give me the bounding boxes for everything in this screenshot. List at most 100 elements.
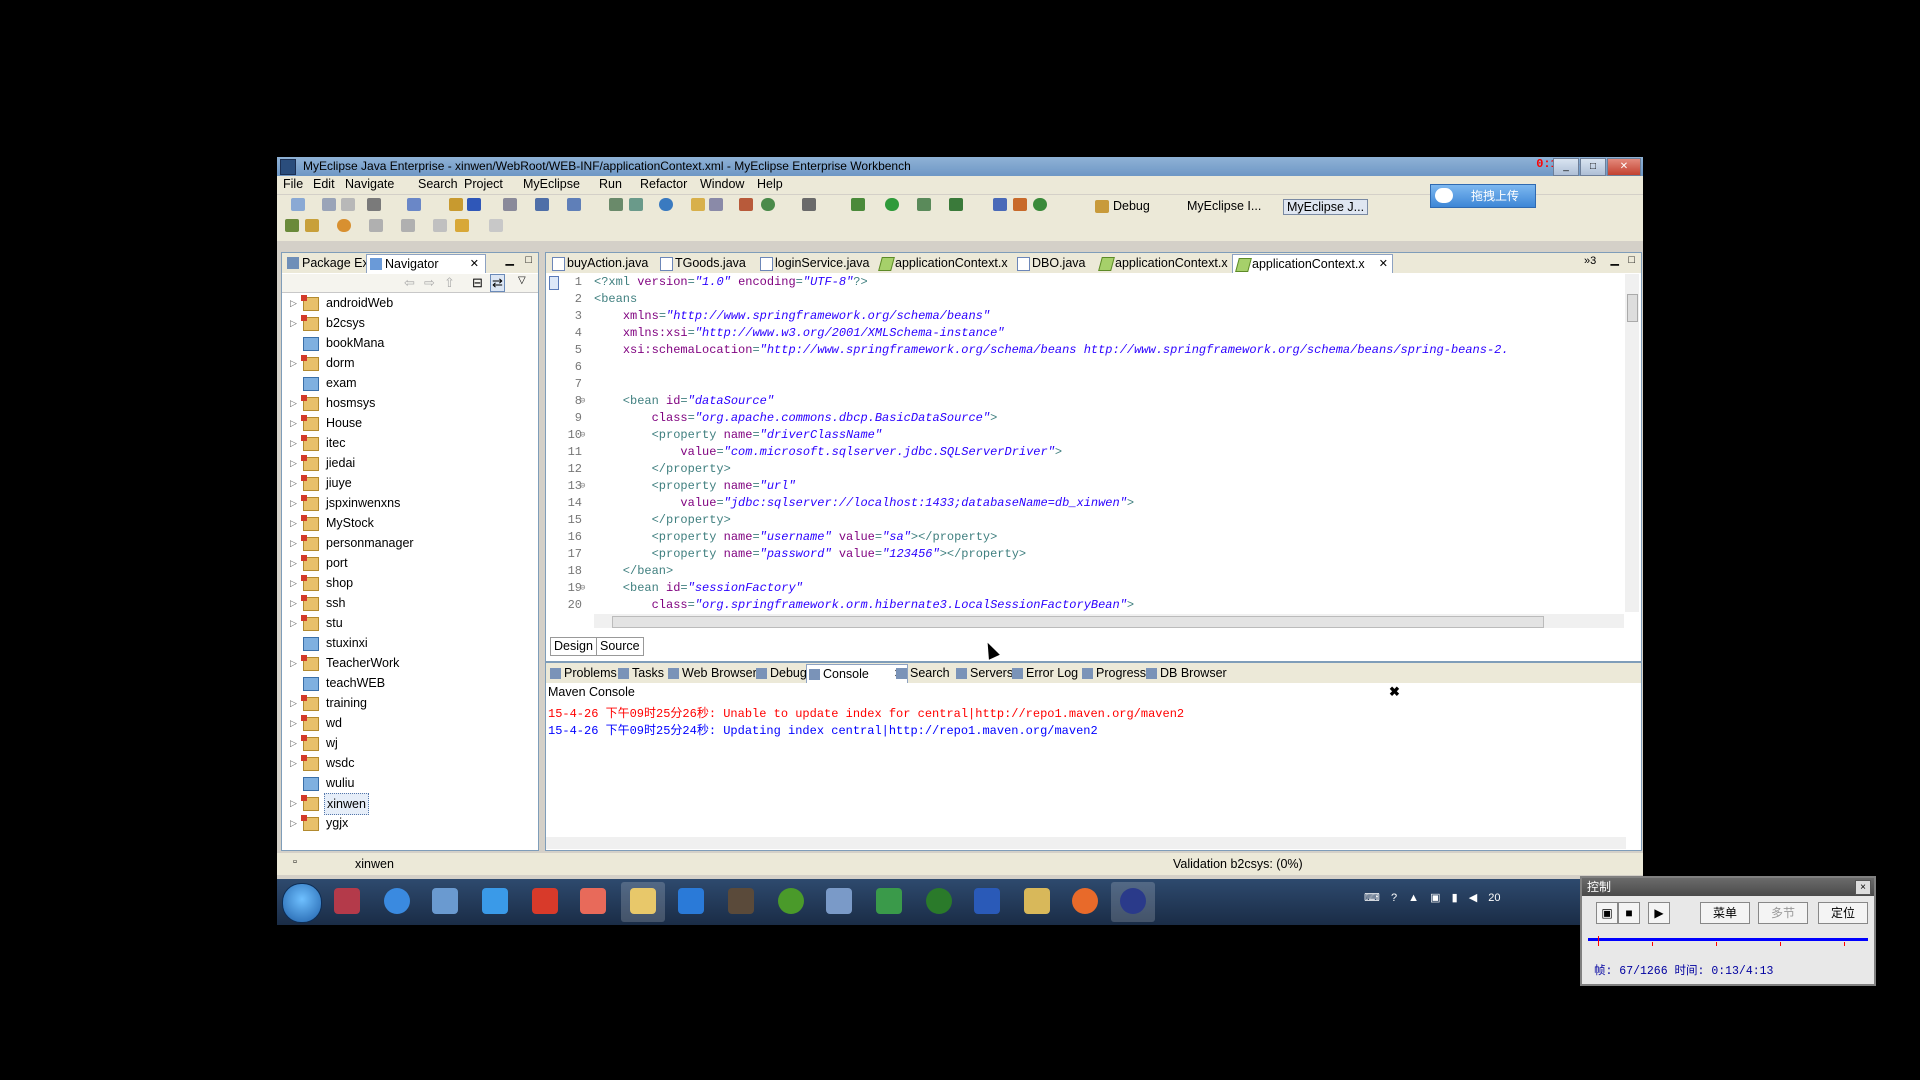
tab-web-browser[interactable]: Web Browser — [666, 664, 757, 682]
tree-item[interactable]: wuliu — [282, 773, 538, 793]
console-output[interactable]: 15-4-26 下午09时25分26秒: Unable to update in… — [548, 706, 1184, 740]
tab-tasks[interactable]: Tasks — [616, 664, 664, 682]
taskbar-recorder[interactable] — [621, 882, 665, 922]
battery-icon[interactable]: ▮ — [1452, 892, 1458, 904]
tab-progress[interactable]: Progress — [1080, 664, 1146, 682]
fold-icon[interactable]: ⊖ — [580, 427, 585, 444]
new-java-icon[interactable] — [407, 198, 421, 211]
web-browser-icon[interactable] — [761, 198, 775, 211]
close-button[interactable]: ✕ — [1607, 158, 1641, 176]
run-icon[interactable] — [885, 198, 899, 211]
minimize-view-icon[interactable]: ▁ — [1611, 253, 1619, 266]
up-icon[interactable]: ⇧ — [444, 275, 455, 291]
expand-arrow-icon[interactable]: ▷ — [290, 693, 297, 713]
tab-problems[interactable]: Problems — [548, 664, 617, 682]
tree-item[interactable]: ▷ wd — [282, 713, 538, 733]
control-menu-button[interactable]: 菜单 — [1700, 902, 1750, 924]
tab-navigator[interactable]: Navigator ✕ — [366, 254, 486, 273]
menu-help[interactable]: Help — [757, 177, 783, 191]
tree-item[interactable]: ▷ jiedai — [282, 453, 538, 473]
maximize-view-icon[interactable]: □ — [1628, 254, 1635, 266]
tree-item[interactable]: ▷ b2csys — [282, 313, 538, 333]
debug-bug-icon[interactable] — [851, 198, 865, 211]
open-folder-icon[interactable] — [691, 198, 705, 211]
tab-search[interactable]: Search — [894, 664, 950, 682]
expand-arrow-icon[interactable]: ▷ — [290, 813, 297, 833]
tab-console[interactable]: Console✕ — [806, 664, 908, 683]
editor-horizontal-scrollbar[interactable] — [594, 614, 1624, 628]
deploy-icon[interactable] — [535, 198, 549, 211]
globe-icon[interactable] — [659, 198, 673, 211]
forward-icon[interactable]: ⇨ — [424, 275, 435, 291]
tree-item[interactable]: ▷ ssh — [282, 593, 538, 613]
editor-tab[interactable]: loginService.java — [756, 254, 870, 272]
menu-refactor[interactable]: Refactor — [640, 177, 687, 191]
expand-arrow-icon[interactable]: ▷ — [290, 453, 297, 473]
baidu-upload-button[interactable]: 拖拽上传 — [1430, 184, 1536, 208]
tree-item[interactable]: ▷ jspxinwenxns — [282, 493, 538, 513]
expand-arrow-icon[interactable]: ▷ — [290, 513, 297, 533]
prev-annotation-icon[interactable] — [401, 219, 415, 232]
fold-icon[interactable]: ⊖ — [580, 580, 585, 597]
menu-myeclipse[interactable]: MyEclipse — [523, 177, 580, 191]
pen-icon[interactable] — [305, 219, 319, 232]
maximize-button[interactable]: □ — [1580, 158, 1606, 176]
minimize-button[interactable]: _ — [1553, 158, 1579, 176]
control-progress-track[interactable] — [1588, 938, 1868, 941]
taskbar-teamviewer[interactable] — [669, 882, 713, 922]
expand-arrow-icon[interactable]: ▷ — [290, 733, 297, 753]
taskbar-paint[interactable] — [571, 882, 615, 922]
external-tools-icon[interactable] — [949, 198, 963, 211]
export-icon[interactable] — [629, 198, 643, 211]
fold-icon[interactable]: ⊖ — [580, 478, 585, 495]
taskbar-sql-server[interactable] — [325, 882, 369, 922]
control-playhead[interactable] — [1598, 936, 1599, 946]
fold-icon[interactable]: ⊖ — [580, 393, 585, 410]
tab-debug[interactable]: Debug — [754, 664, 807, 682]
class-icon[interactable] — [467, 198, 481, 211]
expand-arrow-icon[interactable]: ▷ — [290, 413, 297, 433]
tree-item[interactable]: ▷ wsdc — [282, 753, 538, 773]
menu-run[interactable]: Run — [599, 177, 622, 191]
help-icon[interactable]: ? — [1391, 892, 1397, 904]
design-tab[interactable]: Design — [550, 637, 597, 656]
expand-arrow-icon[interactable]: ▷ — [290, 553, 297, 573]
start-button[interactable] — [282, 883, 322, 923]
open-project-icon[interactable] — [285, 219, 299, 232]
expand-arrow-icon[interactable]: ▷ — [290, 293, 297, 313]
tree-item[interactable]: teachWEB — [282, 673, 538, 693]
tree-item[interactable]: ▷ TeacherWork — [282, 653, 538, 673]
last-edit-icon[interactable] — [433, 219, 447, 232]
control-fill-icon[interactable]: ■ — [1618, 902, 1640, 924]
forward-icon[interactable] — [489, 219, 503, 232]
hierarchy-icon[interactable] — [993, 198, 1007, 211]
expand-arrow-icon[interactable]: ▷ — [290, 493, 297, 513]
new-icon[interactable] — [291, 198, 305, 211]
collapse-all-icon[interactable]: ⊟ — [472, 275, 483, 291]
control-multi-button[interactable]: 多节 — [1758, 902, 1808, 924]
perspective-myeclipse-i[interactable]: MyEclipse I... — [1187, 199, 1261, 213]
tree-item[interactable]: ▷ training — [282, 693, 538, 713]
expand-arrow-icon[interactable]: ▷ — [290, 653, 297, 673]
open-type-icon[interactable] — [709, 198, 723, 211]
open-perspective-icon[interactable] — [1095, 200, 1109, 213]
editor-tab[interactable]: DBO.java — [1013, 254, 1086, 272]
control-play-icon[interactable]: ▶ — [1648, 902, 1670, 924]
expand-arrow-icon[interactable]: ▷ — [290, 393, 297, 413]
editor-tab[interactable]: applicationContext.x — [876, 254, 1008, 272]
taskbar-hs-tool[interactable] — [917, 882, 961, 922]
tray-clock[interactable]: 20 — [1488, 892, 1500, 904]
tree-item[interactable]: ▷ xinwen — [282, 793, 538, 815]
taskbar-mobile-tool[interactable] — [867, 882, 911, 922]
tab-servers[interactable]: Servers — [954, 664, 1013, 682]
expand-arrow-icon[interactable]: ▷ — [290, 433, 297, 453]
binary-icon[interactable] — [367, 198, 381, 211]
tree-item[interactable]: ▷ stu — [282, 613, 538, 633]
control-locate-button[interactable]: 定位 — [1818, 902, 1868, 924]
menu-edit[interactable]: Edit — [313, 177, 335, 191]
taskbar-qq[interactable] — [375, 882, 419, 922]
taskbar-firefox[interactable] — [1063, 882, 1107, 922]
tree-item[interactable]: ▷ port — [282, 553, 538, 573]
perspective-debug[interactable]: Debug — [1113, 199, 1150, 213]
source-tab[interactable]: Source — [596, 637, 644, 656]
